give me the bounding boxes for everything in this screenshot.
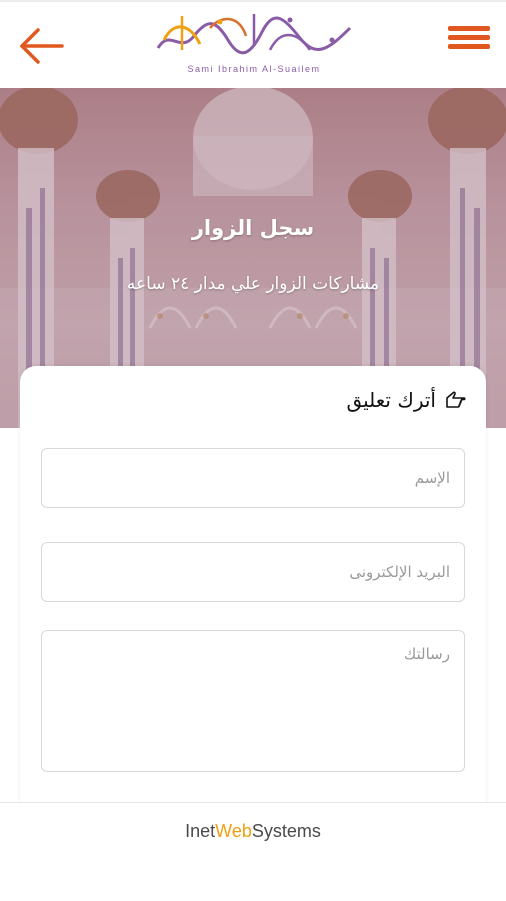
page-title: سجل الزوار xyxy=(191,216,315,240)
footer-brand-part2: Web xyxy=(215,821,252,841)
footer-brand-part3: Systems xyxy=(251,821,321,841)
form-heading-text: أترك تعليق xyxy=(346,388,436,412)
app-footer: InetWebSystems xyxy=(0,802,506,901)
page-subtitle: مشاركات الزوار علي مدار ٢٤ ساعه xyxy=(126,274,380,294)
app-header: Sami Ibrahim Al-Suailem xyxy=(0,0,506,88)
message-textarea[interactable] xyxy=(41,630,465,772)
footer-brand-link[interactable]: InetWebSystems xyxy=(0,821,506,842)
hamburger-menu-icon[interactable] xyxy=(448,22,490,66)
back-arrow-icon[interactable] xyxy=(16,24,68,68)
site-logo[interactable]: Sami Ibrahim Al-Suailem xyxy=(150,10,358,82)
name-input[interactable] xyxy=(41,448,465,508)
footer-brand-part1: Inet xyxy=(185,821,216,841)
comment-form-card: أترك تعليق xyxy=(20,366,486,806)
pointing-hand-icon xyxy=(444,389,466,411)
logo-latin-text: Sami Ibrahim Al-Suailem xyxy=(187,64,321,74)
email-input[interactable] xyxy=(41,542,465,602)
form-heading: أترك تعليق xyxy=(346,388,466,412)
